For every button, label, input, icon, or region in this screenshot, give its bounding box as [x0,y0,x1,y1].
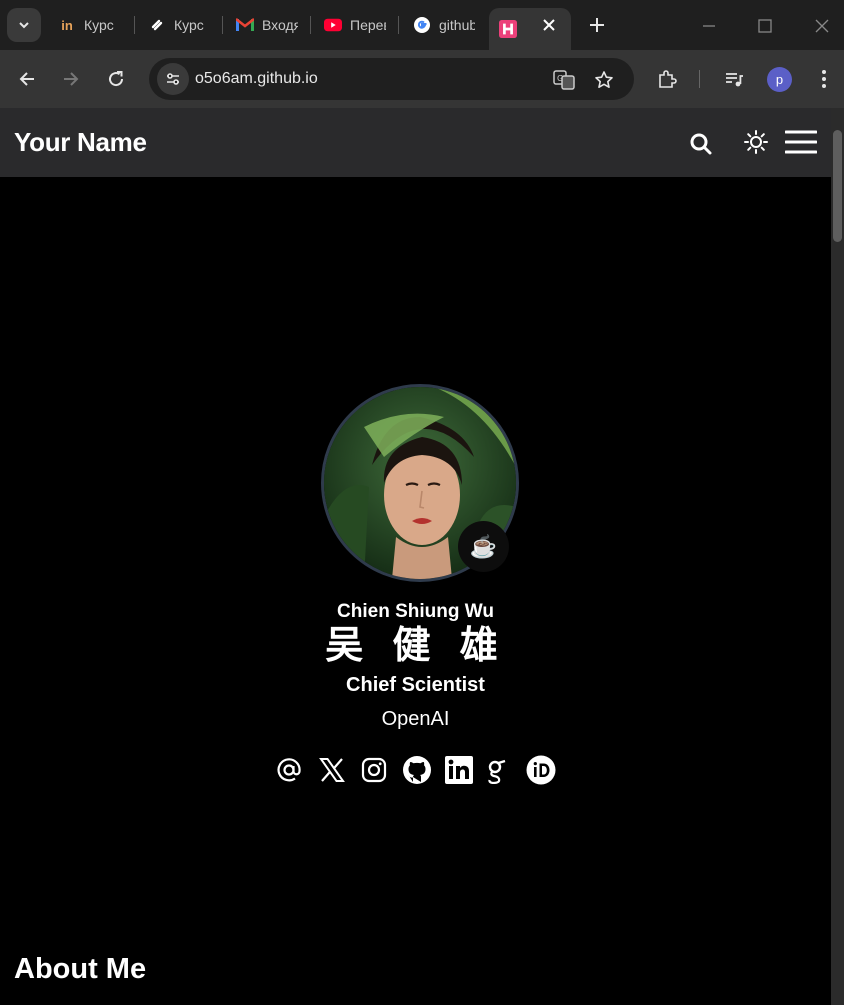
kebab-menu-icon [822,70,826,88]
tab-divider [222,16,223,34]
arrow-right-icon [64,72,79,86]
tab-search-button[interactable] [7,8,41,42]
translate-icon: G [553,70,575,90]
back-button[interactable] [12,64,42,94]
linkedin-icon [445,756,473,784]
menu-button[interactable] [785,128,817,156]
email-link[interactable] [272,753,306,787]
svg-text:G: G [557,74,563,83]
puzzle-icon [659,70,677,88]
star-icon [595,71,613,88]
browser-tab[interactable]: github [413,8,475,42]
tab-title: Входящие [262,17,298,33]
linkedin-link[interactable] [442,753,476,787]
theme-toggle-button[interactable] [742,128,770,156]
browser-tab[interactable]: Перевод [324,8,386,42]
site-header: Your Name [0,108,831,177]
close-window-button[interactable] [808,12,836,40]
search-icon [690,133,712,155]
tune-icon [167,73,179,85]
browser-tab[interactable]: in Курс [58,8,124,42]
maximize-button[interactable] [751,12,779,40]
youtube-icon [324,16,342,34]
reload-button[interactable] [101,64,131,94]
site-brand[interactable]: Your Name [14,127,147,158]
translate-button[interactable]: G [552,68,576,92]
arrow-left-icon [19,72,34,86]
gmail-icon [236,16,254,34]
sun-icon [744,130,768,154]
url-text: o5o6am.github.io [195,70,318,87]
plus-icon [590,18,604,32]
media-controls-button[interactable] [721,66,747,92]
stepik-icon [148,16,166,34]
page-scrollbar[interactable] [831,108,844,1005]
bookmark-button[interactable] [592,68,616,92]
orcid-link[interactable] [524,753,558,787]
orcid-icon [526,755,556,785]
search-button[interactable] [687,130,715,158]
new-tab-button[interactable] [583,11,611,39]
close-icon [815,19,829,33]
google-scholar-link[interactable] [480,753,514,787]
github-link[interactable] [400,753,434,787]
github-icon [403,756,431,784]
google-scholar-icon [488,759,506,784]
tab-divider [398,16,399,34]
browser-menu-button[interactable] [811,66,837,92]
coursera-icon: in [61,17,73,33]
browser-tab[interactable]: Курс [148,8,210,42]
minimize-button[interactable] [695,12,723,40]
tab-title: Курс [84,17,114,33]
browser-tab-active[interactable] [489,8,571,50]
x-icon [319,758,345,782]
chevron-down-icon [19,22,29,29]
status-emoji-badge: ☕ [458,521,509,572]
instagram-icon [361,757,387,783]
profile-role: Chief Scientist [346,674,485,696]
email-icon [277,758,301,782]
scrollbar-thumb[interactable] [833,130,842,242]
address-bar[interactable]: o5o6am.github.io G [149,58,634,100]
about-heading: About Me [14,953,147,985]
google-icon [413,16,431,34]
hamburger-icon [785,130,817,154]
profile-organization: OpenAI [381,708,450,730]
h-icon [499,20,517,38]
reload-icon [109,71,124,87]
maximize-icon [758,19,772,33]
playlist-music-icon [726,73,743,87]
close-tab-icon[interactable] [541,17,557,36]
tab-divider [310,16,311,34]
tab-title: github [439,17,475,33]
minimize-icon [703,25,715,27]
profile-avatar-block: ☕ [321,384,519,582]
tab-title: Курс [174,17,204,33]
social-links [270,753,566,787]
tab-title: Перевод [350,17,386,33]
browser-tab[interactable]: Входящие [236,8,298,42]
profile-name-cjk: 吴 健 雄 [325,623,506,667]
profile-avatar[interactable]: p [767,67,792,92]
browser-toolbar: o5o6am.github.io G p [0,50,844,108]
x-link[interactable] [315,753,349,787]
forward-button[interactable] [56,64,86,94]
toolbar-divider [699,70,700,88]
extensions-button[interactable] [654,66,680,92]
tab-divider [134,16,135,34]
instagram-link[interactable] [357,753,391,787]
browser-tab-bar: in Курс Курс Входящие Перевод github [0,0,844,50]
site-info-button[interactable] [157,63,189,95]
